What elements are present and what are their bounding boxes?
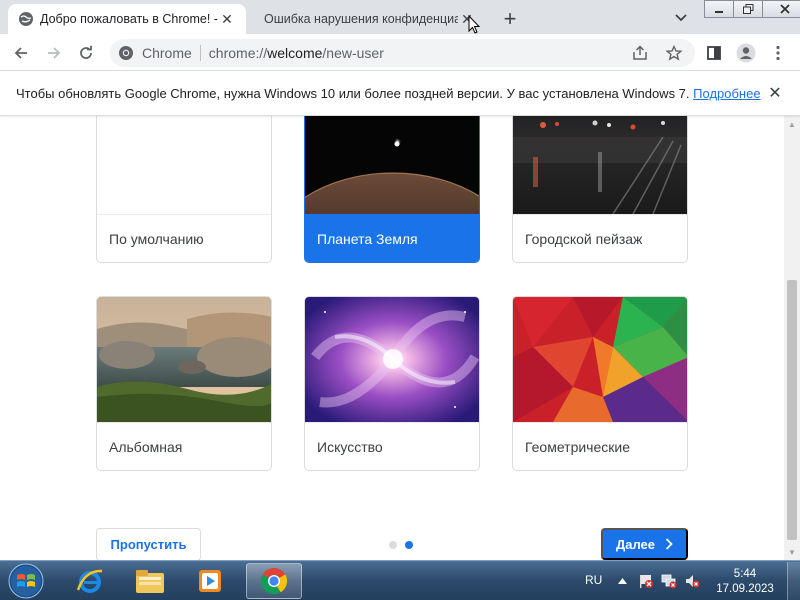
background-card-city[interactable]: Городской пейзаж: [512, 116, 688, 263]
window-controls: [704, 0, 800, 18]
close-window-button[interactable]: [762, 0, 800, 18]
pager-dot-2-active[interactable]: [405, 541, 413, 549]
next-button[interactable]: Далее: [601, 528, 688, 560]
tab-search-chevron-icon[interactable]: [671, 9, 691, 27]
action-center-flag-icon[interactable]: [638, 573, 654, 589]
url-path: /new-user: [322, 45, 384, 61]
learn-more-link[interactable]: Подробнее: [693, 86, 760, 101]
omnibox-separator: [199, 45, 201, 61]
windows-taskbar: RU 5:44 17.09.2023: [0, 560, 800, 600]
site-info-chip[interactable]: Chrome: [118, 45, 192, 61]
taskbar-media-player[interactable]: [182, 563, 238, 599]
url-scheme: chrome://: [208, 45, 268, 61]
card-label: Городской пейзаж: [513, 214, 687, 262]
arrow-right-icon: [48, 47, 61, 59]
bookmark-star-icon[interactable]: [664, 43, 684, 63]
menu-button[interactable]: [765, 40, 791, 66]
tab-title: Ошибка нарушения конфиденциальности: [264, 12, 458, 26]
chrome-logo-icon: [119, 46, 133, 60]
clock-time: 5:44: [733, 568, 757, 580]
restore-button[interactable]: [733, 0, 763, 18]
back-button[interactable]: [8, 40, 34, 66]
card-label: Искусство: [305, 422, 479, 470]
arrow-left-icon: [14, 47, 27, 59]
infobar-text: Чтобы обновлять Google Chrome, нужна Win…: [16, 86, 690, 101]
windows-logo-icon: [8, 563, 44, 599]
infobar-message: Чтобы обновлять Google Chrome, нужна Win…: [16, 86, 761, 101]
chevron-right-icon: [665, 538, 673, 550]
side-panel-button[interactable]: [701, 40, 727, 66]
card-label: Альбомная: [97, 422, 271, 470]
pager-dot-1[interactable]: [389, 541, 397, 549]
scroll-down-arrow-icon[interactable]: ▼: [788, 548, 796, 557]
globe-icon: [19, 12, 33, 26]
thumbnail-galaxy: [305, 297, 479, 422]
tab-close-icon[interactable]: ✕: [218, 10, 236, 28]
show-desktop-button[interactable]: [787, 562, 800, 600]
thumbnail-geometric: [513, 297, 687, 422]
reload-button[interactable]: [73, 40, 99, 66]
card-label: Геометрические: [513, 422, 687, 470]
next-button-label: Далее: [615, 536, 656, 552]
profile-button[interactable]: [733, 40, 759, 66]
skip-button[interactable]: Пропустить: [96, 528, 201, 560]
reload-icon: [80, 45, 92, 59]
tab-welcome[interactable]: Добро пожаловать в Chrome! - ✕: [8, 4, 246, 34]
media-player-icon: [199, 570, 221, 592]
taskbar-chrome[interactable]: [246, 563, 302, 599]
scroll-up-arrow-icon[interactable]: ▲: [788, 120, 796, 129]
thumbnail-blank: [97, 116, 271, 214]
clock-date: 17.09.2023: [716, 583, 774, 595]
background-card-default[interactable]: По умолчанию: [96, 116, 272, 263]
tab-privacy-error[interactable]: Ошибка нарушения конфиденциальности ✕: [248, 4, 486, 34]
thumbnail-landscape: [97, 297, 271, 422]
url-host: welcome: [267, 45, 323, 61]
new-tab-button[interactable]: +: [498, 6, 522, 31]
internet-explorer-icon: [76, 569, 103, 593]
site-chip-label: Chrome: [142, 45, 192, 61]
card-label: По умолчанию: [97, 214, 271, 262]
share-icon[interactable]: [630, 43, 650, 63]
card-label: Планета Земля: [305, 214, 479, 262]
tab-title: Добро пожаловать в Chrome! -: [40, 12, 218, 26]
url-text[interactable]: chrome://welcome/new-user: [209, 45, 384, 61]
volume-muted-icon[interactable]: [684, 573, 700, 589]
scroll-thumb[interactable]: [787, 280, 797, 540]
folder-icon: [136, 570, 164, 593]
show-hidden-icons-arrow-icon[interactable]: [614, 573, 630, 589]
chrome-icon: [260, 568, 288, 595]
welcome-page: По умолчанию Планета Земля Городской пей…: [0, 116, 784, 560]
tab-strip: Добро пожаловать в Chrome! - ✕ Ошибка на…: [0, 0, 800, 34]
mouse-cursor-icon: [468, 15, 481, 34]
network-icon[interactable]: [661, 573, 677, 589]
language-indicator[interactable]: RU: [585, 573, 602, 587]
address-bar[interactable]: Chrome chrome://welcome/new-user: [110, 39, 695, 67]
start-button[interactable]: [4, 562, 48, 600]
side-panel-icon: [707, 46, 721, 60]
thumbnail-earth: [305, 116, 479, 214]
infobar-close-icon[interactable]: ✕: [766, 84, 784, 102]
minimize-button[interactable]: [704, 0, 734, 18]
vertical-scrollbar[interactable]: ▲ ▼: [784, 116, 800, 560]
forward-button[interactable]: [41, 40, 67, 66]
browser-toolbar: Chrome chrome://welcome/new-user: [0, 34, 800, 71]
avatar-icon: [736, 43, 756, 63]
thumbnail-city: [513, 116, 687, 214]
taskbar-ie[interactable]: [62, 563, 118, 599]
background-card-landscape[interactable]: Альбомная: [96, 296, 272, 471]
taskbar-explorer[interactable]: [122, 563, 178, 599]
background-card-geometric[interactable]: Геометрические: [512, 296, 688, 471]
background-card-art[interactable]: Искусство: [304, 296, 480, 471]
update-infobar: Чтобы обновлять Google Chrome, нужна Win…: [0, 72, 800, 116]
kebab-menu-icon: [776, 45, 780, 61]
system-clock[interactable]: 5:44 17.09.2023: [708, 567, 782, 597]
background-card-earth[interactable]: Планета Земля: [304, 116, 480, 263]
